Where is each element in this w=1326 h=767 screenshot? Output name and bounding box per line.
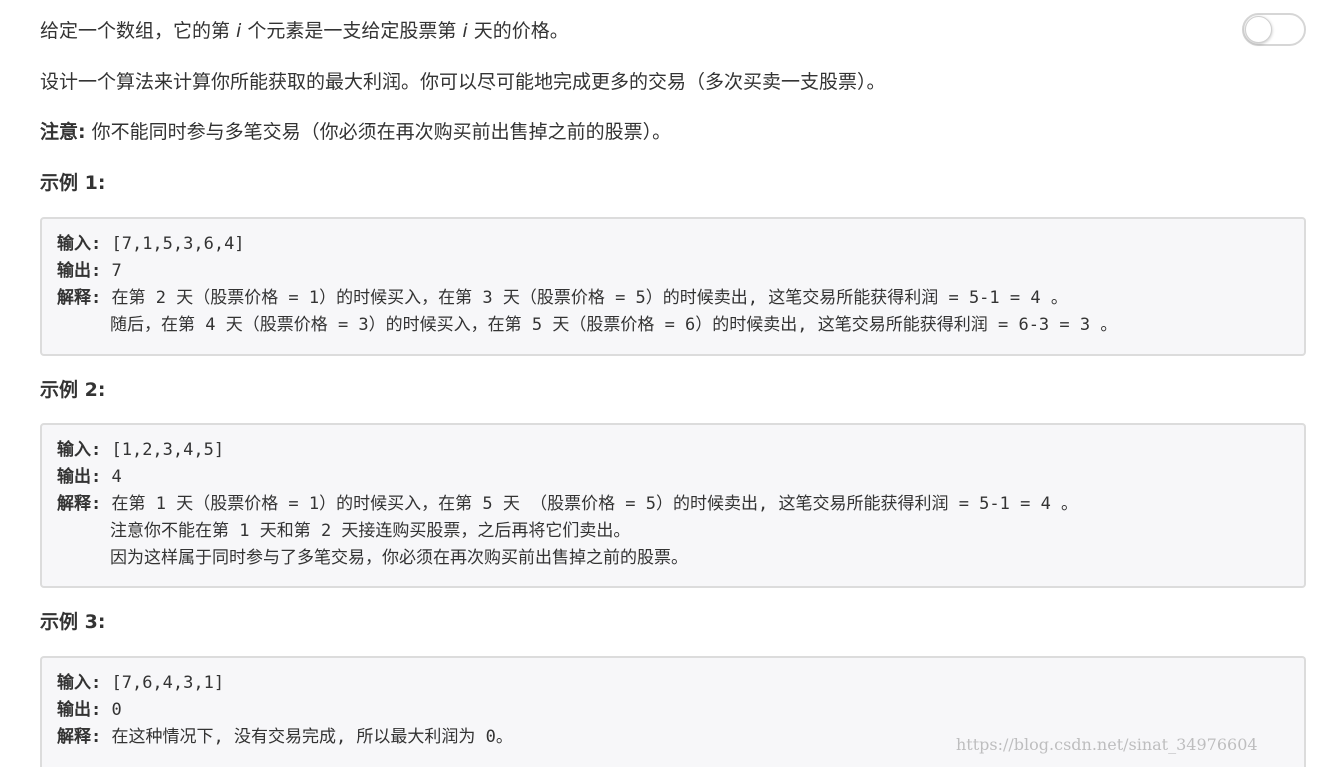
example-3-output: 输出: 0 — [57, 697, 1304, 724]
example-2-heading: 示例 2: — [40, 379, 106, 401]
example-2-explanation: 解释: 在第 1 天（股票价格 = 1）的时候买入，在第 5 天 （股票价格 =… — [57, 491, 1304, 518]
explain-line: 在第 1 天（股票价格 = 1）的时候买入，在第 5 天 （股票价格 = 5）的… — [101, 494, 1079, 514]
explain-label: 解释: — [57, 727, 102, 747]
example-2-input: 输入: [1,2,3,4,5] — [57, 437, 1304, 464]
toggle-knob[interactable] — [1245, 16, 1272, 43]
input-label: 输入: — [57, 440, 102, 460]
desc-part2: 个元素是一支给定股票第 — [241, 20, 463, 42]
example-2-explanation-cont-2: 因为这样属于同时参与了多笔交易，你必须在再次购买前出售掉之前的股票。 — [110, 548, 688, 568]
output-label: 输出: — [57, 700, 102, 720]
desc-part3: 天的价格。 — [467, 20, 569, 42]
example-1-explanation-cont: 随后，在第 4 天（股票价格 = 3）的时候买入，在第 5 天（股票价格 = 6… — [110, 315, 1118, 335]
explain-line: 在这种情况下, 没有交易完成, 所以最大利润为 0。 — [101, 727, 513, 747]
example-3-input: 输入: [7,6,4,3,1] — [57, 670, 1304, 697]
output-label: 输出: — [57, 261, 102, 281]
example-2-explanation-cont-1: 注意你不能在第 1 天和第 2 天接连购买股票，之后再将它们卖出。 — [110, 521, 631, 541]
problem-description-line2: 设计一个算法来计算你所能获取的最大利润。你可以尽可能地完成更多的交易（多次买卖一… — [40, 71, 886, 93]
watermark: https://blog.csdn.net/sinat_34976604 — [956, 735, 1258, 754]
example-2-output: 输出: 4 — [57, 464, 1304, 491]
explain-label: 解释: — [57, 288, 102, 308]
output-value: 4 — [101, 467, 122, 487]
note-label: 注意: — [40, 121, 86, 143]
example-3-heading: 示例 3: — [40, 611, 106, 633]
desc-part1: 给定一个数组，它的第 — [40, 20, 237, 42]
input-value: [7,1,5,3,6,4] — [101, 234, 245, 254]
explain-line: 在第 2 天（股票价格 = 1）的时候买入，在第 3 天（股票价格 = 5）的时… — [101, 288, 1068, 308]
example-2-box: 输入: [1,2,3,4,5] 输出: 4 解释: 在第 1 天（股票价格 = … — [40, 423, 1306, 588]
output-value: 0 — [101, 700, 122, 720]
output-label: 输出: — [57, 467, 102, 487]
example-1-input: 输入: [7,1,5,3,6,4] — [57, 231, 1304, 258]
input-value: [1,2,3,4,5] — [101, 440, 225, 460]
explain-label: 解释: — [57, 494, 102, 514]
language-toggle-switch[interactable] — [1242, 13, 1306, 46]
example-1-output: 输出: 7 — [57, 258, 1304, 285]
input-label: 输入: — [57, 673, 102, 693]
input-label: 输入: — [57, 234, 102, 254]
output-value: 7 — [101, 261, 122, 281]
note-text: 你不能同时参与多笔交易（你必须在再次购买前出售掉之前的股票）。 — [85, 121, 672, 143]
example-1-heading: 示例 1: — [40, 172, 106, 194]
input-value: [7,6,4,3,1] — [101, 673, 225, 693]
example-1-box: 输入: [7,1,5,3,6,4] 输出: 7 解释: 在第 2 天（股票价格 … — [40, 217, 1306, 356]
example-1-explanation: 解释: 在第 2 天（股票价格 = 1）的时候买入，在第 3 天（股票价格 = … — [57, 285, 1304, 312]
problem-note: 注意: 你不能同时参与多笔交易（你必须在再次购买前出售掉之前的股票）。 — [40, 118, 671, 146]
problem-description-line1: 给定一个数组，它的第 i 个元素是一支给定股票第 i 天的价格。 — [40, 17, 569, 45]
